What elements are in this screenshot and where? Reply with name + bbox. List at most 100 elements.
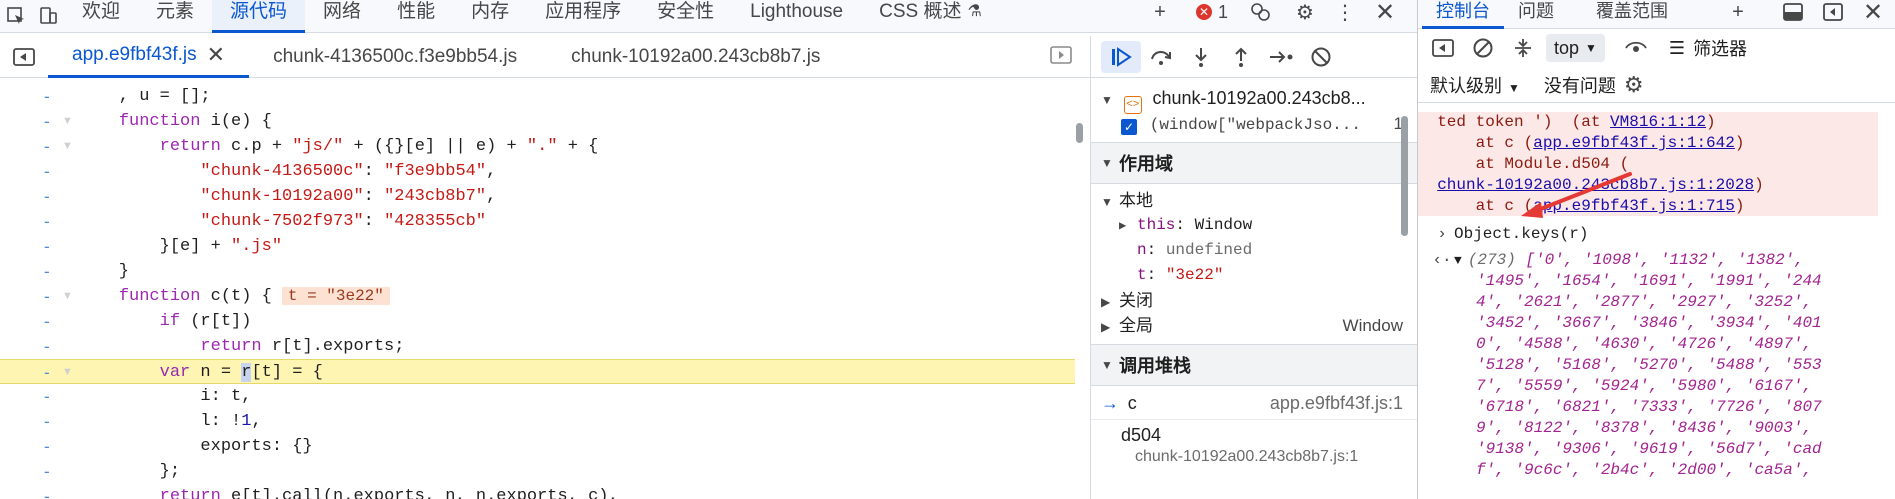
error-trace-line: at Module.d504 (	[1418, 154, 1878, 175]
dock-bottom-icon[interactable]	[1778, 0, 1808, 24]
scope-local-row[interactable]: ▼ 本地	[1091, 188, 1417, 213]
debugger-sidebar-scrollbar[interactable]	[1401, 116, 1408, 236]
diff-gutter-mark: -	[44, 437, 50, 456]
fold-icon[interactable]: ▼	[62, 360, 73, 385]
toggle-debugger-sidebar-icon[interactable]	[1050, 46, 1072, 69]
more-options-icon[interactable]: ⋮	[1330, 0, 1360, 24]
tab-memory[interactable]: 内存	[453, 0, 527, 33]
call-stack-title: 调用堆栈	[1119, 356, 1191, 376]
tab-application[interactable]: 应用程序	[527, 0, 639, 33]
diff-gutter-mark: -	[44, 363, 50, 382]
expand-triangle-icon: ▼	[1101, 195, 1113, 209]
error-counter[interactable]: ✕ 1	[1190, 0, 1234, 24]
dropdown-arrow-icon: ▼	[1585, 41, 1597, 55]
tab-console[interactable]: 控制台	[1422, 0, 1504, 29]
scope-closure-row[interactable]: ▶ 关闭	[1091, 288, 1417, 313]
file-tab-chunk-10192a00[interactable]: chunk-10192a00.243cb8b7.js	[541, 36, 844, 78]
filter-input[interactable]: ☰ 筛选器	[1669, 35, 1747, 61]
code-text: "chunk-10192a00": "243cb8b7",	[200, 187, 497, 206]
error-count: 1	[1217, 1, 1228, 22]
resume-icon[interactable]	[1101, 40, 1141, 73]
issues-icon[interactable]	[1245, 0, 1275, 24]
global-value: Window	[1342, 316, 1403, 335]
toggle-sidebar-icon[interactable]	[1426, 33, 1460, 63]
call-stack-section-header[interactable]: ▼ 调用堆栈	[1091, 344, 1417, 386]
more-tabs-plus-icon[interactable]: +	[1145, 0, 1175, 24]
breakpoint-item[interactable]: ✓ (window["webpackJso... 1	[1091, 111, 1417, 136]
add-drawer-tab-plus-icon[interactable]: +	[1723, 0, 1753, 24]
console-input-expression: Object.keys(r)	[1454, 225, 1589, 243]
undock-icon[interactable]	[1818, 0, 1848, 24]
log-level-dropdown[interactable]: 默认级别 ▼	[1430, 72, 1520, 98]
step-out-icon[interactable]	[1221, 41, 1261, 73]
console-result-header[interactable]: ‹· ▼ (273) ['0', '1098', '1132', '1382',	[1418, 250, 1888, 271]
step-into-icon[interactable]	[1181, 41, 1221, 73]
close-drawer-icon[interactable]: ✕	[1858, 0, 1888, 26]
fold-icon[interactable]: ▼	[62, 109, 73, 134]
scope-var-value: "3e22"	[1165, 266, 1224, 284]
context-selector[interactable]: top ▼	[1546, 34, 1605, 62]
inspect-element-icon[interactable]	[0, 4, 32, 28]
source-link[interactable]: app.e9fbf43f.js:1:642	[1533, 134, 1735, 152]
current-frame-arrow-icon: →	[1101, 393, 1119, 413]
diff-gutter-mark: -	[44, 112, 50, 131]
scope-var-row[interactable]: n: undefined	[1091, 238, 1417, 263]
tab-lighthouse[interactable]: Lighthouse	[732, 0, 861, 33]
device-toolbar-icon[interactable]	[32, 4, 64, 28]
call-frame-row[interactable]: → c app.e9fbf43f.js:1	[1091, 386, 1417, 420]
diff-gutter-mark: -	[44, 387, 50, 406]
collapse-icon[interactable]	[1506, 33, 1540, 63]
tab-sources[interactable]: 源代码	[212, 0, 306, 33]
tab-welcome[interactable]: 欢迎	[64, 0, 138, 33]
scope-var-row[interactable]: t: "3e22"	[1091, 263, 1417, 288]
source-link[interactable]: app.e9fbf43f.js:1:715	[1533, 197, 1735, 215]
file-tab-chunk-4136500c[interactable]: chunk-4136500c.f3e9bb54.js	[249, 36, 541, 78]
tab-performance[interactable]: 性能	[379, 0, 453, 33]
scope-title: 作用域	[1119, 154, 1173, 174]
editor-scrollbar[interactable]	[1076, 123, 1083, 143]
tab-issues[interactable]: 问题	[1504, 0, 1568, 29]
console-settings-gear-icon[interactable]: ⚙	[1624, 72, 1644, 98]
breakpoint-file-row[interactable]: ▼ <> chunk-10192a00.243cb8...	[1091, 86, 1417, 114]
close-tab-icon[interactable]: ✕	[207, 42, 225, 68]
filter-icon: ☰	[1668, 37, 1686, 58]
scope-section-header[interactable]: ▼ 作用域	[1091, 142, 1417, 184]
source-link[interactable]: VM816:1:12	[1610, 113, 1706, 131]
deactivate-breakpoints-icon[interactable]	[1301, 41, 1341, 73]
call-frame-row[interactable]: d504 chunk-10192a00.243cb8b7.js:1	[1091, 420, 1417, 470]
scope-var-row[interactable]: ▶ this: Window	[1091, 213, 1417, 238]
code-line: - ▼ function i(e) {	[0, 109, 1075, 134]
close-devtools-icon[interactable]: ✕	[1370, 0, 1400, 26]
fold-icon[interactable]: ▼	[62, 134, 73, 159]
code-editor[interactable]: - , u = []; - ▼ function i(e) { - ▼ return…	[0, 79, 1090, 499]
live-expression-eye-icon[interactable]	[1619, 33, 1653, 63]
flask-icon: ⚗	[967, 2, 982, 20]
tab-elements[interactable]: 元素	[138, 0, 212, 33]
tab-network[interactable]: 网络	[305, 0, 379, 33]
code-line: - , u = [];	[0, 84, 1075, 109]
clear-console-icon[interactable]	[1466, 33, 1500, 63]
step-over-icon[interactable]	[1141, 41, 1181, 73]
file-tab-app[interactable]: app.e9fbf43f.js ✕	[48, 36, 250, 78]
step-icon[interactable]	[1261, 41, 1301, 73]
current-execution-line: - ▼ var n = r[t] = {	[0, 359, 1075, 384]
console-toolbar: top ▼ ☰ 筛选器	[1418, 29, 1895, 67]
tab-coverage[interactable]: 覆盖范围	[1582, 0, 1682, 29]
array-preview-line: '3452', '3667', '3846', '3934', '401	[1476, 314, 1822, 332]
error-trace-line: at c (app.e9fbf43f.js:1:715)	[1418, 196, 1878, 217]
code-text: var n = r[t] = {	[159, 363, 323, 382]
scope-global-row[interactable]: ▶ 全局 Window	[1091, 313, 1417, 338]
issues-count-label[interactable]: 没有问题	[1544, 72, 1616, 98]
breakpoint-checkbox[interactable]: ✓	[1121, 119, 1137, 135]
diff-gutter-mark: -	[44, 287, 50, 306]
tab-security[interactable]: 安全性	[639, 0, 732, 33]
code-text: function c(t) {t = "3e22"	[78, 284, 390, 309]
source-link[interactable]: chunk-10192a00.243cb8b7.js:1:2028	[1437, 176, 1754, 194]
scope-var-value: undefined	[1165, 241, 1253, 259]
settings-gear-icon[interactable]: ⚙	[1290, 0, 1320, 24]
console-log-area[interactable]: ted token ') (at VM816:1:12) at c (app.e…	[1418, 104, 1895, 499]
toggle-navigator-icon[interactable]	[0, 47, 48, 66]
fold-icon[interactable]: ▼	[62, 284, 73, 309]
array-preview-row: 9', '8122', '8378', '8436', '9003',	[1418, 418, 1888, 439]
tab-css-overview[interactable]: CSS 概述 ⚗	[861, 0, 1000, 33]
